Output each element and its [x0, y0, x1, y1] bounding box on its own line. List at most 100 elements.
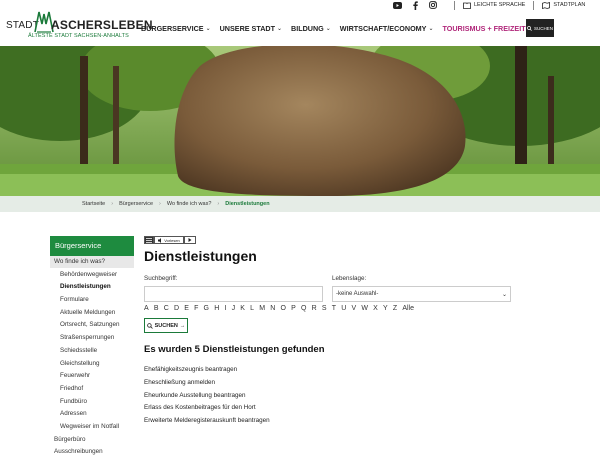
page-title: Dienstleistungen [144, 248, 257, 264]
alpha-C[interactable]: C [164, 305, 169, 312]
readspeaker-play-button[interactable]: Vorlesen [154, 236, 184, 244]
header-search-label: SUCHEN [533, 25, 553, 31]
logo-name: ASCHERSLEBEN [51, 18, 153, 32]
alpha-M[interactable]: M [259, 305, 265, 312]
instagram-icon[interactable] [428, 1, 438, 10]
search-submit-button[interactable]: SUCHEN → [144, 318, 188, 333]
result-item[interactable]: Ehefähigkeitszeugnis beantragen [144, 364, 270, 377]
search-icon [146, 322, 153, 329]
search-term-input[interactable] [144, 286, 323, 302]
alpha-Y[interactable]: Y [383, 305, 388, 312]
sidebar-item-schiedsstelle[interactable]: Schiedsstelle [50, 345, 134, 358]
lebenslage-select[interactable]: -keine Auswahl- ⌄ [332, 286, 511, 302]
nav-tourismus[interactable]: TOURISMUS + FREIZEIT⌄ [442, 24, 532, 33]
chevron-right-icon: › [111, 201, 114, 207]
alpha-U[interactable]: U [341, 305, 346, 312]
hero-image [0, 46, 600, 196]
alpha-H[interactable]: H [214, 305, 219, 312]
sidebar-item-adressen[interactable]: Adressen [50, 408, 134, 421]
sidebar-item-buergerbuero[interactable]: Bürgerbüro [50, 434, 134, 447]
sidebar-item-wegweiser-notfall[interactable]: Wegweiser im Notfall [50, 421, 134, 434]
divider [454, 0, 455, 10]
search-term-label: Suchbegriff: [144, 275, 178, 282]
nav-bildung[interactable]: BILDUNG ⌄ [291, 24, 331, 33]
sidebar-item-ausschreibungen[interactable]: Ausschreibungen [50, 446, 134, 459]
nav-label: UNSERE STADT [219, 24, 275, 33]
alpha-I[interactable]: I [224, 305, 226, 312]
chevron-down-icon: ⌄ [276, 26, 283, 32]
sidebar-item-ortsrecht[interactable]: Ortsrecht, Satzungen [50, 319, 134, 333]
alpha-L[interactable]: L [250, 305, 254, 312]
alpha-S[interactable]: S [322, 305, 327, 312]
sidebar-item-feuerwehr[interactable]: Feuerwehr [50, 370, 134, 383]
breadcrumb-buergerservice[interactable]: Bürgerservice [119, 201, 153, 207]
lebenslage-selected: -keine Auswahl- [336, 291, 379, 297]
sidebar-item-aktuelle-meldungen[interactable]: Aktuelle Meldungen [50, 307, 134, 320]
nav-label: BILDUNG [291, 24, 324, 33]
sidebar-item-gleichstellung[interactable]: Gleichstellung [50, 358, 134, 371]
menu-icon [146, 237, 152, 243]
youtube-icon[interactable] [392, 1, 402, 10]
divider [533, 0, 535, 10]
map-icon [542, 1, 551, 9]
facebook-icon[interactable] [410, 0, 420, 10]
alpha-J[interactable]: J [232, 305, 236, 312]
alpha-V[interactable]: V [351, 305, 356, 312]
alpha-N[interactable]: N [270, 305, 275, 312]
readspeaker-menu-button[interactable] [144, 236, 154, 244]
nav-wirtschaft[interactable]: WIRTSCHAFT/ECONOMY ⌄ [340, 24, 434, 33]
play-icon [188, 238, 192, 242]
sidebar: Bürgerservice Wo finde ich was? Behörden… [50, 236, 134, 459]
result-item[interactable]: Erweiterte Melderegisterauskunft beantra… [144, 415, 270, 428]
alpha-O[interactable]: O [281, 305, 286, 312]
easy-language-link[interactable]: LEICHTE SPRACHE [463, 2, 525, 9]
alpha-K[interactable]: K [240, 305, 245, 312]
alpha-R[interactable]: R [312, 305, 317, 312]
breadcrumb-startseite[interactable]: Startseite [82, 201, 105, 207]
sidebar-item-fundbuero[interactable]: Fundbüro [50, 396, 134, 409]
site-logo[interactable]: STADT ASCHERSLEBEN ÄLTESTE STADT SACHSEN… [6, 8, 153, 42]
site-header: STADT ASCHERSLEBEN ÄLTESTE STADT SACHSEN… [0, 0, 600, 46]
breadcrumb-wo-finde-ich-was[interactable]: Wo finde ich was? [167, 201, 212, 207]
easy-language-icon [463, 2, 471, 9]
chevron-right-icon: › [217, 201, 220, 207]
alpha-D[interactable]: D [174, 305, 179, 312]
alpha-W[interactable]: W [361, 305, 368, 312]
alpha-A[interactable]: A [144, 305, 149, 312]
nav-label: WIRTSCHAFT/ECONOMY [339, 24, 427, 33]
sidebar-title[interactable]: Bürgerservice [50, 236, 134, 256]
sidebar-item-dienstleistungen[interactable]: Dienstleistungen [50, 281, 134, 295]
readspeaker-start-button[interactable] [184, 236, 196, 244]
results-list: Ehefähigkeitszeugnis beantragen Eheschli… [144, 364, 270, 428]
sidebar-item-strassensperrungen[interactable]: Straßensperrungen [50, 332, 134, 345]
chevron-down-icon: ⌄ [428, 26, 434, 32]
search-submit-label: SUCHEN [154, 322, 178, 329]
result-item[interactable]: Eheschließung anmelden [144, 377, 270, 390]
header-search-button[interactable]: SUCHEN [526, 19, 554, 37]
city-map-link[interactable]: STADTPLAN [542, 1, 585, 9]
main-navigation: BÜRGERSERVICE ⌄ UNSERE STADT ⌄ BILDUNG ⌄ WI… [141, 24, 542, 33]
alpha-E[interactable]: E [184, 305, 189, 312]
alpha-P[interactable]: P [291, 305, 296, 312]
alpha-Q[interactable]: Q [301, 305, 306, 312]
alpha-X[interactable]: X [373, 305, 378, 312]
sidebar-item-formulare[interactable]: Formulare [50, 294, 134, 307]
readspeaker-bar: Vorlesen [144, 236, 514, 244]
nav-unsere-stadt[interactable]: UNSERE STADT ⌄ [220, 24, 282, 33]
alpha-Z[interactable]: Z [393, 305, 397, 312]
alphabet-filter: A B C D E F G H I J K L M N O P Q R S T … [144, 305, 419, 312]
alpha-alle[interactable]: Alle [402, 305, 414, 312]
sidebar-item-behoerdenwegweiser[interactable]: Behördenwegweiser [50, 269, 134, 282]
nav-buergerservice[interactable]: BÜRGERSERVICE ⌄ [141, 24, 211, 33]
chevron-down-icon: ⌄ [205, 26, 211, 32]
alpha-B[interactable]: B [154, 305, 159, 312]
result-item[interactable]: Erlass des Kostenbeitrages für den Hort [144, 402, 270, 415]
readspeaker-label: Vorlesen [164, 237, 180, 243]
sidebar-item-wo-finde-ich-was[interactable]: Wo finde ich was? [50, 256, 134, 269]
search-icon [527, 25, 532, 31]
sidebar-item-friedhof[interactable]: Friedhof [50, 383, 134, 396]
alpha-T[interactable]: T [332, 305, 336, 312]
result-item[interactable]: Eheurkunde Ausstellung beantragen [144, 390, 270, 403]
alpha-G[interactable]: G [204, 305, 209, 312]
alpha-F[interactable]: F [194, 305, 198, 312]
